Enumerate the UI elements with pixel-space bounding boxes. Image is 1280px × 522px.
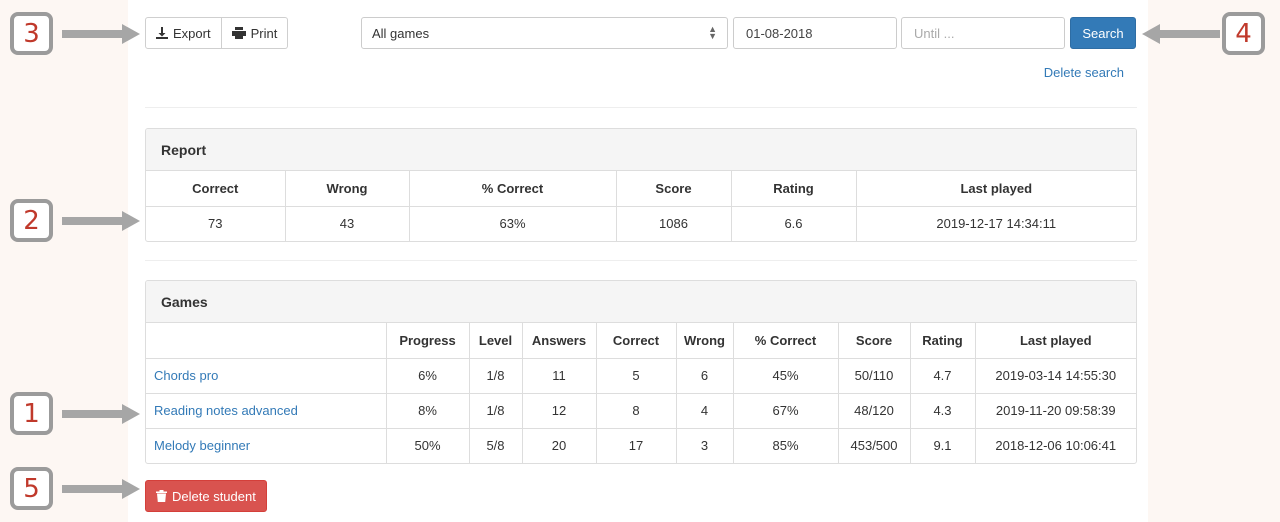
games-header: Correct bbox=[596, 323, 677, 359]
table-cell: 2018-12-06 10:06:41 bbox=[995, 438, 1117, 454]
games-header: Progress bbox=[386, 323, 470, 359]
report-cell: 43 bbox=[285, 206, 410, 241]
download-icon bbox=[156, 27, 168, 39]
arrow-right-icon bbox=[62, 404, 140, 424]
printer-icon bbox=[231, 27, 246, 39]
table-row: Melody beginner 50% 5/8 20 17 3 85% 453/… bbox=[146, 428, 1136, 463]
arrow-right-icon bbox=[62, 211, 140, 231]
report-cell: 6.6 bbox=[731, 206, 857, 241]
callout-badge: 3 bbox=[10, 12, 53, 55]
callout-badge: 5 bbox=[10, 467, 53, 510]
games-header-row: Progress Level Answers Correct Wrong % C… bbox=[146, 323, 1136, 359]
table-cell: 50% bbox=[386, 428, 470, 463]
games-header: Level bbox=[469, 323, 523, 359]
divider bbox=[145, 107, 1137, 108]
callout-badge: 2 bbox=[10, 199, 53, 242]
game-link[interactable]: Reading notes advanced bbox=[146, 393, 387, 429]
delete-search-link[interactable]: Delete search bbox=[1044, 65, 1124, 80]
table-cell: 67% bbox=[733, 393, 839, 429]
table-cell: 453/500 bbox=[838, 428, 911, 463]
divider bbox=[145, 260, 1137, 261]
callout-badge: 1 bbox=[10, 392, 53, 435]
table-cell: 2019-03-14 14:55:30 bbox=[975, 358, 1136, 394]
game-select-value: All games bbox=[372, 25, 430, 41]
games-header: Wrong bbox=[676, 323, 734, 359]
date-until-placeholder: Until ... bbox=[914, 25, 955, 41]
table-cell: 3 bbox=[676, 428, 734, 463]
delete-student-label: Delete student bbox=[172, 488, 256, 504]
games-header: Last played bbox=[975, 323, 1136, 359]
table-cell: 17 bbox=[596, 428, 677, 463]
game-link[interactable]: Chords pro bbox=[146, 358, 387, 394]
table-cell: 12 bbox=[522, 393, 597, 429]
games-title: Games bbox=[146, 281, 1136, 323]
table-cell: 85% bbox=[733, 428, 839, 463]
date-from-input[interactable]: 01-08-2018 bbox=[733, 17, 897, 49]
games-panel: Games Progress Level Answers Correct Wro… bbox=[145, 280, 1137, 464]
table-cell: 50/110 bbox=[838, 358, 911, 394]
games-header: % Correct bbox=[733, 323, 839, 359]
date-until-input[interactable]: Until ... bbox=[901, 17, 1065, 49]
games-header: Answers bbox=[522, 323, 597, 359]
table-cell: 48/120 bbox=[838, 393, 911, 429]
report-panel: Report Correct Wrong % Correct Score Rat… bbox=[145, 128, 1137, 242]
table-cell: 6 bbox=[676, 358, 734, 394]
games-header: Score bbox=[838, 323, 911, 359]
print-button[interactable]: Print bbox=[221, 17, 289, 49]
report-header: Score bbox=[616, 171, 732, 207]
callout-badge: 4 bbox=[1222, 12, 1265, 55]
table-cell: 4.3 bbox=[910, 393, 976, 429]
games-header: Rating bbox=[910, 323, 976, 359]
delete-student-button[interactable]: Delete student bbox=[145, 480, 267, 512]
report-header: % Correct bbox=[409, 171, 617, 207]
table-cell: 8% bbox=[386, 393, 470, 429]
select-arrows-icon: ▲ ▼ bbox=[708, 24, 717, 41]
table-cell: 1/8 bbox=[469, 393, 523, 429]
report-cell: 1086 bbox=[616, 206, 732, 241]
table-cell: 1/8 bbox=[469, 358, 523, 394]
report-header: Correct bbox=[146, 171, 286, 207]
game-select[interactable]: All games ▲ ▼ bbox=[361, 17, 728, 49]
trash-icon bbox=[156, 490, 167, 502]
report-table: Correct Wrong % Correct Score Rating Las… bbox=[146, 171, 1136, 241]
table-cell: 9.1 bbox=[910, 428, 976, 463]
table-cell: 5 bbox=[596, 358, 677, 394]
export-button[interactable]: Export bbox=[145, 17, 222, 49]
search-button[interactable]: Search bbox=[1070, 17, 1136, 49]
report-cell: 2019-12-17 14:34:11 bbox=[936, 216, 1057, 232]
report-header: Wrong bbox=[285, 171, 410, 207]
search-label: Search bbox=[1082, 25, 1124, 41]
report-cell: 73 bbox=[146, 206, 286, 241]
report-cell: 63% bbox=[409, 206, 617, 241]
print-label: Print bbox=[250, 25, 278, 41]
table-cell: 4.7 bbox=[910, 358, 976, 394]
table-cell: 4 bbox=[676, 393, 734, 429]
table-cell: 5/8 bbox=[469, 428, 523, 463]
table-row: Chords pro 6% 1/8 11 5 6 45% 50/110 4.7 … bbox=[146, 358, 1136, 394]
date-from-value: 01-08-2018 bbox=[746, 25, 813, 41]
export-print-group: Export Print bbox=[145, 17, 289, 49]
arrow-right-icon bbox=[62, 24, 140, 44]
arrow-right-icon bbox=[62, 479, 140, 499]
table-cell: 8 bbox=[596, 393, 677, 429]
table-cell: 45% bbox=[733, 358, 839, 394]
games-header bbox=[146, 323, 387, 359]
game-link[interactable]: Melody beginner bbox=[146, 428, 387, 463]
report-header: Last played bbox=[856, 171, 1136, 207]
report-title: Report bbox=[146, 129, 1136, 171]
arrow-left-icon bbox=[1142, 24, 1220, 44]
table-row: Reading notes advanced 8% 1/8 12 8 4 67%… bbox=[146, 393, 1136, 429]
report-row: 73 43 63% 1086 6.6 2019-12-17 14:34:11 bbox=[146, 206, 1136, 241]
table-cell: 6% bbox=[386, 358, 470, 394]
report-header-row: Correct Wrong % Correct Score Rating Las… bbox=[146, 171, 1136, 207]
games-table: Progress Level Answers Correct Wrong % C… bbox=[146, 323, 1136, 463]
table-cell: 20 bbox=[522, 428, 597, 463]
report-header: Rating bbox=[731, 171, 857, 207]
table-cell: 11 bbox=[522, 358, 597, 394]
table-cell: 2019-11-20 09:58:39 bbox=[975, 393, 1136, 429]
export-label: Export bbox=[173, 25, 211, 41]
